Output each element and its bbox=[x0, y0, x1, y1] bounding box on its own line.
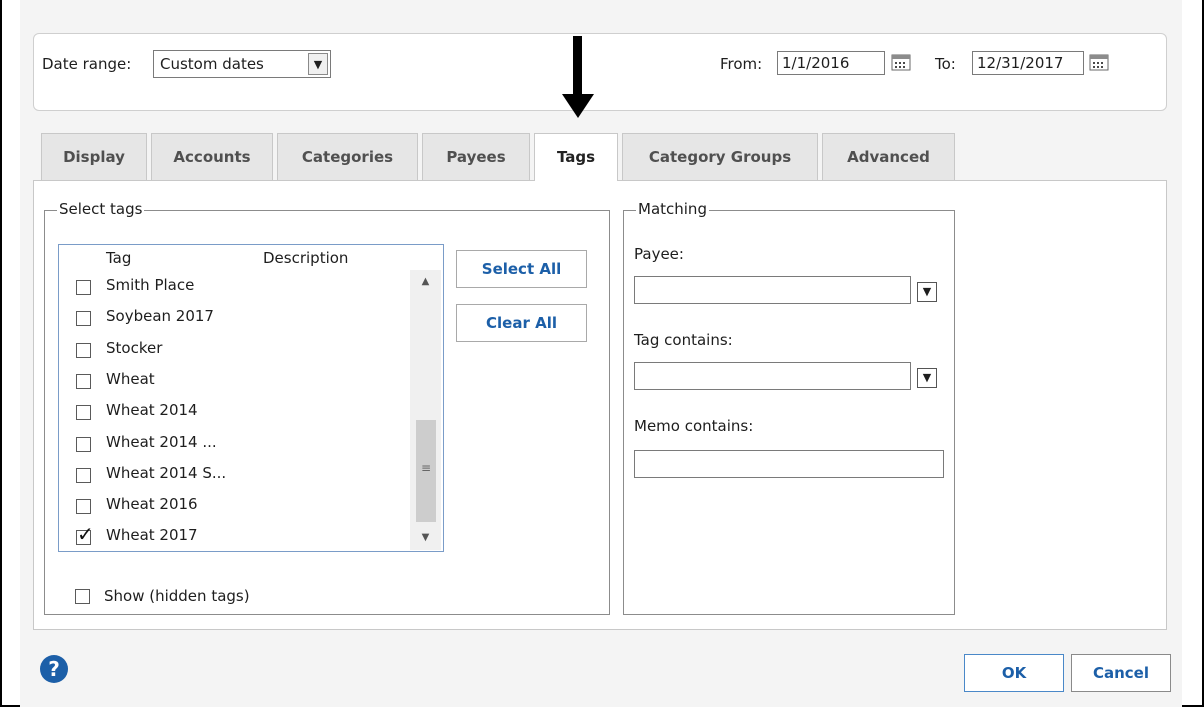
tag-checkbox[interactable] bbox=[76, 405, 91, 420]
to-label: To: bbox=[935, 55, 956, 73]
payee-dropdown-icon[interactable]: ▼ bbox=[917, 282, 937, 302]
clear-all-button[interactable]: Clear All bbox=[456, 304, 587, 342]
tags-scrollbar[interactable]: ▲ ≡ ▼ bbox=[410, 270, 441, 550]
tab-categories[interactable]: Categories bbox=[277, 133, 418, 180]
tag-checkbox[interactable] bbox=[76, 343, 91, 358]
matching-group bbox=[623, 210, 955, 615]
tag-label: Stocker bbox=[106, 339, 163, 357]
annotation-arrow-shaft bbox=[573, 36, 582, 96]
calendar-icon[interactable] bbox=[1089, 53, 1109, 71]
tab-accounts[interactable]: Accounts bbox=[151, 133, 273, 180]
scroll-up-icon[interactable]: ▲ bbox=[410, 276, 441, 287]
tag-row[interactable]: Soybean 2017 bbox=[58, 302, 414, 333]
tag-contains-label: Tag contains: bbox=[634, 331, 733, 349]
tab-display[interactable]: Display bbox=[41, 133, 147, 180]
tag-row[interactable]: Stocker bbox=[58, 334, 414, 365]
tag-checkbox[interactable] bbox=[76, 499, 91, 514]
tag-checkbox[interactable] bbox=[76, 311, 91, 326]
tag-contains-input[interactable] bbox=[634, 362, 911, 390]
cancel-button[interactable]: Cancel bbox=[1071, 654, 1171, 692]
tab-tags[interactable]: Tags bbox=[534, 133, 618, 181]
payee-input[interactable] bbox=[634, 276, 911, 304]
cancel-label: Cancel bbox=[1092, 664, 1149, 682]
tag-label: Smith Place bbox=[106, 276, 195, 294]
annotation-arrow-down-icon bbox=[562, 94, 594, 118]
scroll-down-icon[interactable]: ▼ bbox=[410, 532, 441, 543]
help-icon[interactable]: ? bbox=[40, 655, 68, 683]
tag-row[interactable]: Wheat 2016 bbox=[58, 490, 414, 521]
tag-label: Wheat 2014 ... bbox=[106, 433, 217, 451]
select-tags-title: Select tags bbox=[57, 200, 145, 218]
date-range-select[interactable]: Custom dates ▼ bbox=[153, 50, 331, 78]
date-range-label: Date range: bbox=[42, 55, 132, 73]
tag-checkbox[interactable]: ✓ bbox=[76, 524, 94, 545]
tag-row[interactable]: Wheat 2014 S... bbox=[58, 459, 414, 490]
tag-label: Wheat 2016 bbox=[106, 495, 198, 513]
tag-label: Soybean 2017 bbox=[106, 307, 214, 325]
tag-row[interactable]: Wheat 2014 bbox=[58, 396, 414, 427]
memo-contains-input[interactable] bbox=[634, 450, 944, 478]
ok-label: OK bbox=[1001, 664, 1027, 682]
tag-row[interactable]: Wheat 2014 ... bbox=[58, 428, 414, 459]
to-date-value: 12/31/2017 bbox=[977, 54, 1064, 72]
tab-payees[interactable]: Payees bbox=[422, 133, 530, 180]
show-hidden-checkbox[interactable] bbox=[75, 589, 90, 604]
ok-button[interactable]: OK bbox=[964, 654, 1064, 692]
tag-row[interactable]: Wheat bbox=[58, 365, 414, 396]
tag-contains-dropdown-icon[interactable]: ▼ bbox=[917, 368, 937, 388]
tag-row[interactable]: ✓ Wheat 2017 bbox=[58, 521, 414, 552]
show-hidden-label: Show (hidden tags) bbox=[104, 587, 250, 605]
tag-row[interactable]: Smith Place bbox=[58, 271, 414, 302]
tag-label: Wheat bbox=[106, 370, 155, 388]
from-date-field[interactable]: 1/1/2016 bbox=[777, 51, 885, 75]
grip-icon: ≡ bbox=[421, 461, 432, 475]
checkmark-icon: ✓ bbox=[77, 522, 94, 546]
clear-all-label: Clear All bbox=[486, 314, 557, 332]
tag-checkbox[interactable] bbox=[76, 437, 91, 452]
matching-title: Matching bbox=[636, 200, 709, 218]
from-label: From: bbox=[720, 55, 763, 73]
select-all-button[interactable]: Select All bbox=[456, 250, 587, 288]
tag-checkbox[interactable] bbox=[76, 374, 91, 389]
tab-category-groups[interactable]: Category Groups bbox=[622, 133, 818, 180]
to-date-field[interactable]: 12/31/2017 bbox=[972, 51, 1084, 75]
select-all-label: Select All bbox=[481, 260, 562, 278]
payee-label: Payee: bbox=[634, 245, 684, 263]
column-header-description[interactable]: Description bbox=[263, 249, 348, 267]
from-date-value: 1/1/2016 bbox=[782, 54, 850, 72]
tag-checkbox[interactable] bbox=[76, 468, 91, 483]
tag-label: Wheat 2017 bbox=[106, 526, 198, 544]
tag-label: Wheat 2014 bbox=[106, 401, 198, 419]
date-range-value: Custom dates bbox=[160, 55, 264, 73]
chevron-down-icon[interactable]: ▼ bbox=[308, 53, 328, 75]
column-header-tag[interactable]: Tag bbox=[106, 249, 131, 267]
tag-label: Wheat 2014 S... bbox=[106, 464, 227, 482]
memo-contains-label: Memo contains: bbox=[634, 417, 754, 435]
tab-advanced[interactable]: Advanced bbox=[822, 133, 955, 180]
tag-checkbox[interactable] bbox=[76, 280, 91, 295]
calendar-icon[interactable] bbox=[891, 53, 911, 71]
scrollbar-thumb[interactable]: ≡ bbox=[416, 420, 436, 522]
